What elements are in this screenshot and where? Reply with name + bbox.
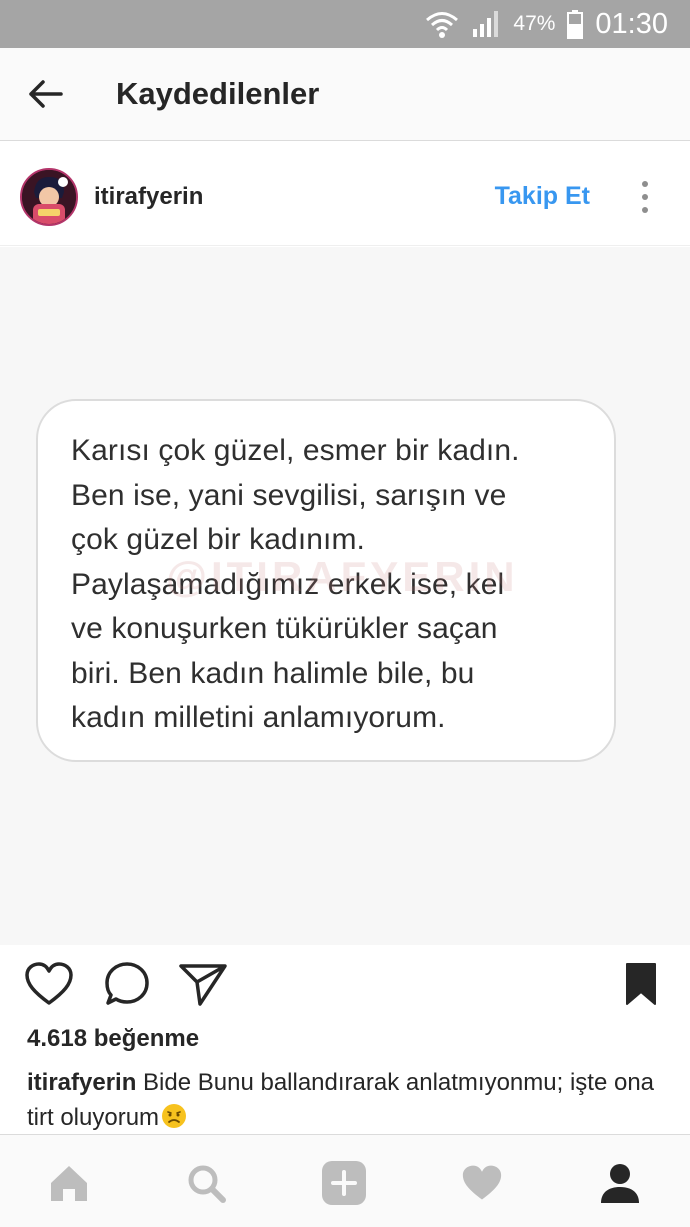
- bubble-line: Ben ise, yani sevgilisi, sarışın ve: [71, 478, 507, 512]
- text-bubble: Karısı çok güzel, esmer bir kadın. Ben i…: [36, 399, 616, 762]
- battery-icon: [567, 9, 584, 39]
- nav-add[interactable]: [320, 1159, 368, 1207]
- watermark: @ITIRAFYERIN: [166, 553, 519, 600]
- comment-icon: [105, 962, 149, 1005]
- avatar[interactable]: [20, 167, 78, 226]
- bubble-line: kadın milletini anlamıyorum.: [71, 701, 446, 734]
- bookmark-icon: [626, 963, 656, 1005]
- save-button[interactable]: [616, 959, 666, 1009]
- heart-icon: [462, 1165, 502, 1200]
- caption: itirafyerin Bide Bunu ballandırarak anla…: [27, 1065, 667, 1139]
- bubble-line: Karısı çok güzel, esmer bir kadın.: [71, 434, 520, 467]
- home-icon: [51, 1166, 87, 1201]
- heart-icon: [25, 962, 73, 1005]
- battery-percent: 47%: [513, 12, 556, 35]
- add-icon: [322, 1161, 366, 1205]
- app-header: Kaydedilenler: [0, 48, 690, 141]
- status-bar: 47% 01:30: [0, 0, 690, 48]
- nav-activity[interactable]: [458, 1159, 506, 1207]
- wifi-icon: [425, 9, 459, 39]
- post-header: itirafyerin Takip Et: [0, 148, 690, 246]
- bubble-line: biri. Ben kadın halimle bile, bu: [71, 656, 475, 690]
- page-title: Kaydedilenler: [116, 76, 320, 111]
- post-image[interactable]: Karısı çok güzel, esmer bir kadın. Ben i…: [0, 247, 690, 945]
- nav-home[interactable]: [45, 1159, 93, 1207]
- comment-button[interactable]: [102, 959, 152, 1009]
- avatar-image: [22, 169, 76, 224]
- nav-search[interactable]: [182, 1159, 230, 1207]
- back-button[interactable]: [0, 48, 90, 141]
- signal-icon: [471, 9, 501, 39]
- search-icon: [188, 1165, 226, 1203]
- profile-icon: [601, 1164, 639, 1203]
- bubble-line: ve konuşurken tükürükler saçan: [71, 612, 498, 645]
- caption-username[interactable]: itirafyerin: [27, 1069, 136, 1096]
- share-button[interactable]: [178, 959, 228, 1009]
- post-username[interactable]: itirafyerin: [94, 183, 495, 211]
- likes-count[interactable]: 4.618 beğenme: [27, 1025, 199, 1053]
- post-action-bar: [0, 945, 690, 1025]
- follow-button[interactable]: Takip Et: [495, 182, 590, 211]
- share-icon: [179, 964, 227, 1006]
- more-options-icon[interactable]: [630, 180, 660, 213]
- nav-profile[interactable]: [596, 1159, 644, 1207]
- arrow-left-icon: [29, 80, 63, 108]
- like-button[interactable]: [24, 959, 74, 1009]
- clock: 01:30: [595, 7, 668, 40]
- bottom-nav: [0, 1134, 690, 1227]
